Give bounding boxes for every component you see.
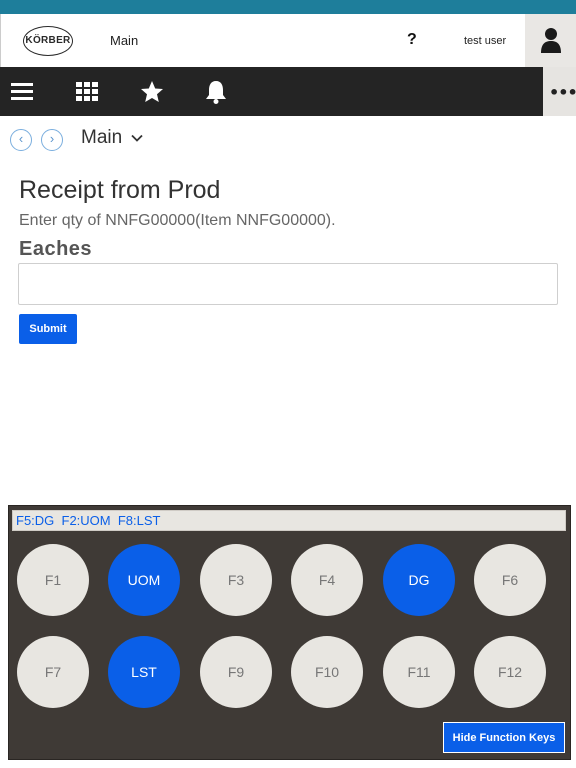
back-button[interactable]: ‹	[10, 129, 32, 151]
logo-text: KÖRBER	[25, 35, 71, 46]
function-key-f6[interactable]: F6	[474, 544, 546, 616]
more-button[interactable]: •••	[543, 67, 576, 116]
function-key-f4[interactable]: F4	[291, 544, 363, 616]
qty-prompt: Enter qty of NNFG00000(Item NNFG00000).	[19, 212, 336, 229]
function-key-f3[interactable]: F3	[200, 544, 272, 616]
function-key-uom[interactable]: UOM	[108, 544, 180, 616]
function-key-f9[interactable]: F9	[200, 636, 272, 708]
grid-icon[interactable]	[75, 79, 101, 105]
function-key-hint-bar: F5:DG F2:UOM F8:LST	[12, 510, 566, 531]
header: KÖRBER Main ? test user	[0, 14, 576, 67]
function-key-f10[interactable]: F10	[291, 636, 363, 708]
eaches-label: Eaches	[19, 238, 93, 260]
header-title: Main	[110, 33, 139, 48]
hide-function-keys-button[interactable]: Hide Function Keys	[443, 722, 565, 753]
more-icon: •••	[549, 83, 576, 102]
function-key-f12[interactable]: F12	[474, 636, 546, 708]
function-key-dg[interactable]: DG	[383, 544, 455, 616]
star-icon[interactable]	[139, 79, 165, 105]
user-icon	[541, 28, 561, 53]
bell-icon[interactable]	[203, 79, 229, 105]
toolbar: •••	[0, 67, 576, 116]
menu-icon[interactable]	[10, 79, 36, 105]
function-key-f11[interactable]: F11	[383, 636, 455, 708]
help-icon[interactable]: ?	[407, 31, 417, 49]
submit-button[interactable]: Submit	[19, 314, 77, 344]
chevron-down-icon[interactable]	[131, 132, 143, 144]
function-key-f1[interactable]: F1	[17, 544, 89, 616]
breadcrumb[interactable]: Main	[81, 127, 122, 149]
function-key-lst[interactable]: LST	[108, 636, 180, 708]
function-key-f7[interactable]: F7	[17, 636, 89, 708]
page-title: Receipt from Prod	[19, 176, 221, 204]
top-strip	[0, 0, 576, 14]
user-name[interactable]: test user	[464, 35, 506, 47]
eaches-input[interactable]	[18, 263, 558, 305]
korber-logo[interactable]: KÖRBER	[23, 26, 73, 56]
user-button[interactable]	[525, 14, 576, 67]
forward-button[interactable]: ›	[41, 129, 63, 151]
